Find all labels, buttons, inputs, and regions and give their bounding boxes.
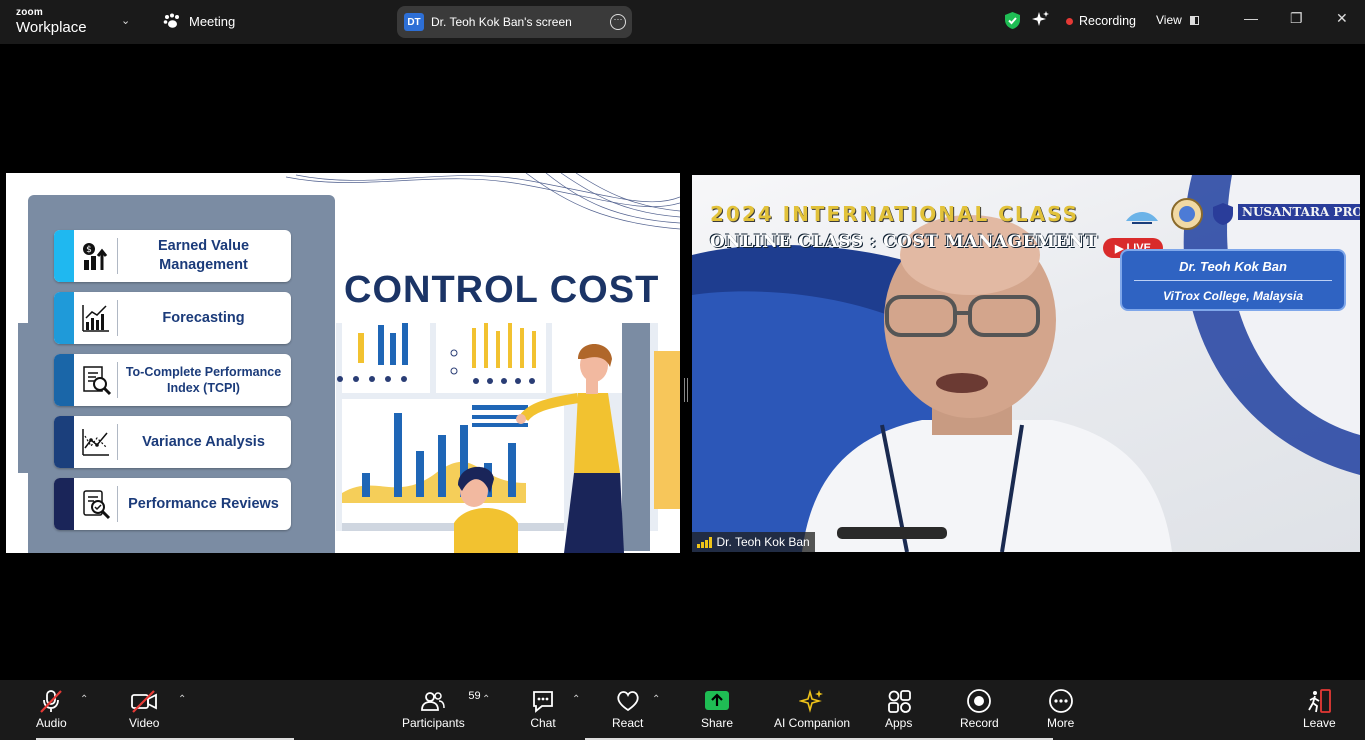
seal-logo-icon <box>1171 198 1203 230</box>
trend-chart-icon <box>82 429 109 456</box>
video-button[interactable]: Video <box>129 688 159 730</box>
banner-title: 2024 INTERNATIONAL CLASS <box>710 202 1079 226</box>
ai-companion-sparkle-icon <box>799 689 824 713</box>
view-menu-button[interactable]: View <box>1156 13 1199 27</box>
ai-sparkle-icon[interactable] <box>1032 11 1050 29</box>
screen-share-label: Dr. Teoh Kok Ban's screen <box>431 15 572 29</box>
camera-off-icon <box>131 690 158 713</box>
react-button[interactable]: React <box>612 688 643 730</box>
signal-strength-icon <box>697 536 712 548</box>
topic-card-earned-value: $ Earned Value Management <box>54 230 291 282</box>
banner-subtitle: ONLINE CLASS : COST MANAGEMENT <box>710 232 1098 252</box>
restore-icon[interactable]: ❐ <box>1290 10 1303 27</box>
topic-card-variance: Variance Analysis <box>54 416 291 468</box>
heart-icon <box>617 691 639 712</box>
chart-growth-icon <box>82 305 109 332</box>
document-search-icon <box>83 366 112 396</box>
zoom-workplace-logo: zoom Workplace <box>16 7 87 36</box>
screen-share-indicator[interactable]: DT Dr. Teoh Kok Ban's screen ⋯ <box>397 6 632 38</box>
top-bar: zoom Workplace ⌄ Meeting DT Dr. Teoh Kok… <box>0 0 1365 44</box>
dollar-growth-icon: $ <box>83 243 108 270</box>
video-options-chevron-icon[interactable]: ⌃ <box>178 694 186 705</box>
institution-logo-icon <box>1126 212 1158 224</box>
nusantara-project-logo: NUSANTARA PROJECT <box>1238 204 1360 220</box>
recording-indicator[interactable]: Recording <box>1066 14 1136 28</box>
chevron-down-icon[interactable]: ⌄ <box>121 14 130 27</box>
topic-label: Earned Value Management <box>157 238 250 273</box>
topic-card-tcpi: To-Complete Performance Index (TCPI) <box>54 354 291 406</box>
presenter-lower-third: Dr. Teoh Kok Ban ViTrox College, Malaysi… <box>1120 249 1346 311</box>
view-layout-icon <box>1189 15 1199 25</box>
presenter-avatar: DT <box>404 13 424 31</box>
minimize-icon[interactable]: — <box>1244 10 1258 26</box>
ai-companion-button[interactable]: AI Companion <box>774 688 850 730</box>
more-options-icon[interactable]: ⋯ <box>610 14 626 30</box>
audio-button[interactable]: Audio <box>36 688 67 730</box>
leave-door-icon <box>1308 689 1332 713</box>
react-options-chevron-icon[interactable]: ⌃ <box>652 694 660 705</box>
topic-card-reviews: Performance Reviews <box>54 478 291 530</box>
chat-button[interactable]: Chat <box>530 688 556 730</box>
more-icon <box>1048 689 1073 713</box>
topic-label: Forecasting <box>162 309 245 326</box>
apps-button[interactable]: Apps <box>885 688 912 730</box>
svg-text:$: $ <box>86 245 92 255</box>
participants-options-chevron-icon[interactable]: ⌃ <box>482 694 490 705</box>
topic-card-forecasting: Forecasting <box>54 292 291 344</box>
audio-options-chevron-icon[interactable]: ⌃ <box>80 694 88 705</box>
meeting-label: Meeting <box>189 13 236 29</box>
chat-options-chevron-icon[interactable]: ⌃ <box>572 694 580 705</box>
record-icon <box>967 689 992 713</box>
share-screen-icon <box>705 691 730 710</box>
participant-count: 59 <box>468 690 481 702</box>
more-button[interactable]: More <box>1047 688 1074 730</box>
paw-icon <box>163 13 179 28</box>
close-icon[interactable]: ✕ <box>1336 10 1348 27</box>
participant-video-tile[interactable]: 2024 INTERNATIONAL CLASS ONLINE CLASS : … <box>692 175 1360 552</box>
topic-label: Performance Reviews <box>128 495 279 512</box>
shield-logo-icon <box>1213 203 1233 225</box>
participants-icon <box>421 692 446 711</box>
topic-label: To-Complete Performance Index (TCPI) <box>125 364 282 395</box>
shared-screen-slide: $ Earned Value Management Forecasting To… <box>6 173 680 553</box>
mic-muted-icon <box>40 690 63 713</box>
leave-button[interactable]: Leave <box>1303 688 1336 730</box>
participants-button[interactable]: 59 Participants <box>402 688 481 730</box>
record-dot-icon <box>1066 17 1073 25</box>
slide-title: CONTROL COST <box>344 269 660 311</box>
meeting-toolbar: Audio ⌃ Video ⌃ 59 Participants ⌃ Chat ⌃… <box>0 680 1365 740</box>
meeting-menu-button[interactable]: Meeting <box>163 13 235 29</box>
chat-icon <box>533 691 553 713</box>
topic-label: Variance Analysis <box>142 433 265 450</box>
share-screen-button[interactable]: Share <box>701 688 733 730</box>
participant-name-tag: Dr. Teoh Kok Ban <box>692 532 815 552</box>
shield-check-icon[interactable] <box>1004 11 1021 30</box>
apps-icon <box>887 690 911 713</box>
pane-resize-handle[interactable] <box>684 378 688 402</box>
review-search-icon <box>83 490 111 520</box>
record-button[interactable]: Record <box>960 688 999 730</box>
